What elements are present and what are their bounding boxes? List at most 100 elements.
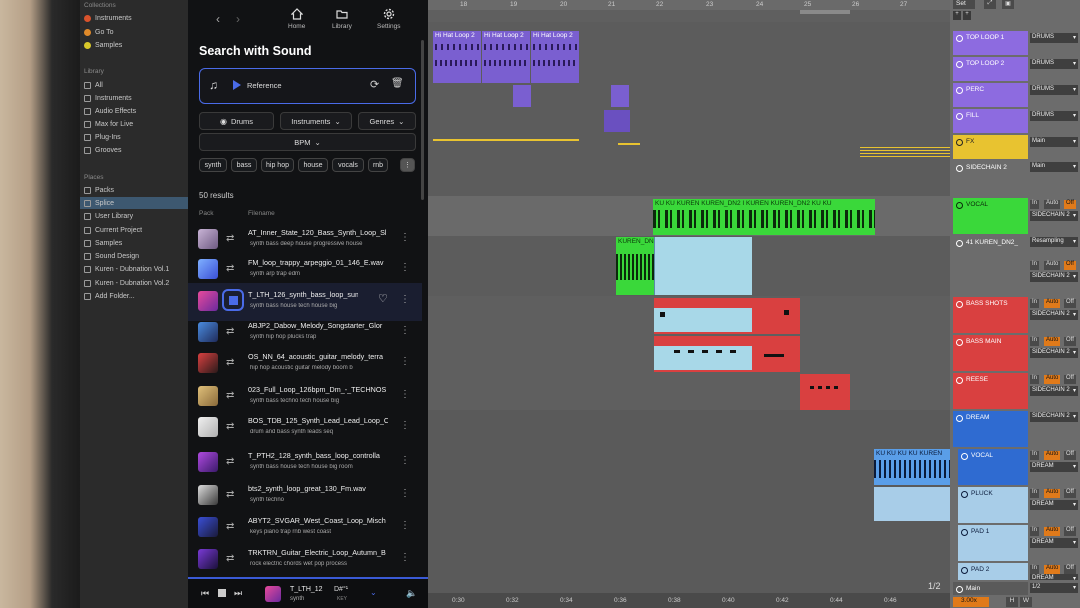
auto-button[interactable]: Auto xyxy=(1044,337,1061,346)
output-routing[interactable]: DRUMS ▾ xyxy=(1030,59,1078,69)
auto-button[interactable]: Auto xyxy=(1044,375,1061,384)
clip-kuren[interactable]: KUREN_DN xyxy=(616,237,654,295)
auto-button[interactable]: Auto xyxy=(1044,299,1061,308)
clip-kuren-light[interactable] xyxy=(654,237,752,295)
library-instruments[interactable]: Instruments xyxy=(84,92,188,104)
loop-brace[interactable] xyxy=(800,10,850,14)
output-routing[interactable]: DREAM ▾ xyxy=(1030,574,1078,580)
expand-icon[interactable]: ⤢ xyxy=(984,0,996,9)
off-button[interactable]: Off xyxy=(1064,489,1076,498)
in-button[interactable]: In xyxy=(1030,200,1040,209)
in-button[interactable]: In xyxy=(1030,261,1040,270)
drums-filter[interactable]: ◉ Drums xyxy=(199,112,274,130)
off-button[interactable]: Off xyxy=(1064,451,1076,460)
output-routing[interactable]: SIDECHAIN 2 ▾ xyxy=(1030,211,1078,221)
track-vocal[interactable]: VOCAL xyxy=(953,198,1028,234)
nav-home[interactable]: Home xyxy=(288,8,305,30)
output-routing[interactable]: SIDECHAIN 2 ▾ xyxy=(1030,272,1078,282)
off-button[interactable]: Off xyxy=(1064,565,1076,574)
more-icon[interactable]: ⋮ xyxy=(400,520,410,531)
clip-hi-hat-1[interactable]: Hi Hat Loop 2 xyxy=(433,31,481,83)
track-top-loop-1[interactable]: TOP LOOP 1 xyxy=(953,31,1028,55)
more-icon[interactable]: ⋮ xyxy=(400,552,410,563)
auto-button[interactable]: Auto xyxy=(1044,565,1061,574)
in-button[interactable]: In xyxy=(1030,489,1040,498)
clip-bass-shots[interactable] xyxy=(654,298,800,334)
output-routing[interactable]: DRUMS ▾ xyxy=(1030,85,1078,95)
track-dream-vocal[interactable]: VOCAL xyxy=(958,449,1028,485)
track-pluck[interactable]: PLUCK xyxy=(958,487,1028,523)
back-arrow-icon[interactable]: ‹ xyxy=(216,12,220,26)
library-all[interactable]: All xyxy=(84,79,188,91)
output-routing[interactable]: Main ▾ xyxy=(1030,162,1078,172)
off-button[interactable]: Off xyxy=(1064,200,1076,209)
output-routing[interactable]: SIDECHAIN 2 ▾ xyxy=(1030,386,1078,396)
chip-vocals[interactable]: vocals xyxy=(332,158,364,172)
set-button[interactable]: Set xyxy=(953,0,975,9)
library-plugins[interactable]: Plug-Ins xyxy=(84,131,188,143)
more-icon[interactable]: ⋮ xyxy=(400,488,410,499)
bpm-selector-icon[interactable]: ⌄ xyxy=(370,588,377,597)
output-routing[interactable]: DREAM ▾ xyxy=(1030,538,1078,548)
bpm-dropdown[interactable]: BPM ⌄ xyxy=(199,133,416,151)
place-packs[interactable]: Packs xyxy=(84,184,188,196)
track-sidechain-2[interactable]: SIDECHAIN 2 xyxy=(953,161,1028,175)
auto-button[interactable]: Auto xyxy=(1044,489,1061,498)
clip-reese[interactable] xyxy=(800,374,850,410)
collection-go-to[interactable]: Go To xyxy=(84,26,188,38)
chip-rnb[interactable]: rnb xyxy=(368,158,388,172)
place-user-library[interactable]: User Library xyxy=(84,210,188,222)
in-button[interactable]: In xyxy=(1030,299,1040,308)
track-perc[interactable]: PERC xyxy=(953,83,1028,107)
clip-hi-hat-2[interactable]: Hi Hat Loop 2 xyxy=(482,31,530,83)
result-row[interactable]: ⇄ TRKTRN_Guitar_Electric_Loop_Autumn_B roc… xyxy=(188,541,422,579)
place-current-project[interactable]: Current Project xyxy=(84,224,188,236)
output-routing[interactable]: DREAM ▾ xyxy=(1030,500,1078,510)
chips-more-icon[interactable]: ⋮ xyxy=(400,158,415,172)
more-icon[interactable]: ⋮ xyxy=(400,294,410,305)
trash-icon[interactable]: 🗑 xyxy=(391,78,404,89)
collection-samples[interactable]: Samples xyxy=(84,39,188,51)
chip-hip-hop[interactable]: hip hop xyxy=(261,158,294,172)
more-icon[interactable]: ⋮ xyxy=(400,262,410,273)
input-routing[interactable]: Resampling ▾ xyxy=(1030,237,1078,247)
lock-icon[interactable]: ▣ xyxy=(1002,0,1014,9)
in-button[interactable]: In xyxy=(1030,527,1040,536)
off-button[interactable]: Off xyxy=(1064,375,1076,384)
key-selector[interactable]: D#°¹ xyxy=(334,586,348,593)
clip-pluck[interactable] xyxy=(874,487,950,521)
h-button[interactable]: H xyxy=(1006,597,1018,607)
nav-settings[interactable]: Settings xyxy=(377,8,401,30)
track-main[interactable]: Main xyxy=(953,582,1028,595)
auto-button[interactable]: Auto xyxy=(1044,527,1061,536)
arrow-right-icon[interactable]: + xyxy=(963,11,971,20)
forward-arrow-icon[interactable]: › xyxy=(236,12,240,26)
clip-bass-main[interactable] xyxy=(654,336,800,372)
more-icon[interactable]: ⋮ xyxy=(400,325,410,336)
place-samples[interactable]: Samples xyxy=(84,237,188,249)
track-fill[interactable]: FILL xyxy=(953,109,1028,133)
off-button[interactable]: Off xyxy=(1064,527,1076,536)
output-routing[interactable]: DRUMS ▾ xyxy=(1030,111,1078,121)
library-audio-effects[interactable]: Audio Effects xyxy=(84,105,188,117)
refresh-icon[interactable]: ⟳ xyxy=(370,78,379,91)
arrangement-view[interactable]: 18 19 20 21 22 23 24 25 26 27 Hi Hat Loo… xyxy=(428,0,950,608)
off-button[interactable]: Off xyxy=(1064,261,1076,270)
library-grooves[interactable]: Grooves xyxy=(84,144,188,156)
output-routing[interactable]: SIDECHAIN 2 ▾ xyxy=(1030,348,1078,358)
track-top-loop-2[interactable]: TOP LOOP 2 xyxy=(953,57,1028,81)
place-splice[interactable]: Splice xyxy=(80,197,188,209)
in-button[interactable]: In xyxy=(1030,337,1040,346)
track-bass-main[interactable]: BASS MAIN xyxy=(953,335,1028,371)
skip-back-icon[interactable]: ⏮ xyxy=(201,588,209,599)
heart-icon[interactable]: ♡ xyxy=(378,292,388,305)
output-routing[interactable]: SIDECHAIN 2 ▾ xyxy=(1030,412,1078,422)
skip-forward-icon[interactable]: ⏭ xyxy=(234,588,242,599)
clip-perc[interactable] xyxy=(513,85,531,107)
clip-vocal[interactable]: KU KU KUREN KUREN_DN2 I KUREN KUREN_DN2 … xyxy=(653,199,875,235)
nav-library[interactable]: Library xyxy=(332,8,352,30)
place-kuren-vol1[interactable]: Kuren - Dubnation Vol.1 xyxy=(84,263,188,275)
zoom-readout[interactable]: 3.00x xyxy=(953,597,989,607)
output-routing[interactable]: DREAM ▾ xyxy=(1030,462,1078,472)
auto-button[interactable]: Auto xyxy=(1044,261,1061,270)
